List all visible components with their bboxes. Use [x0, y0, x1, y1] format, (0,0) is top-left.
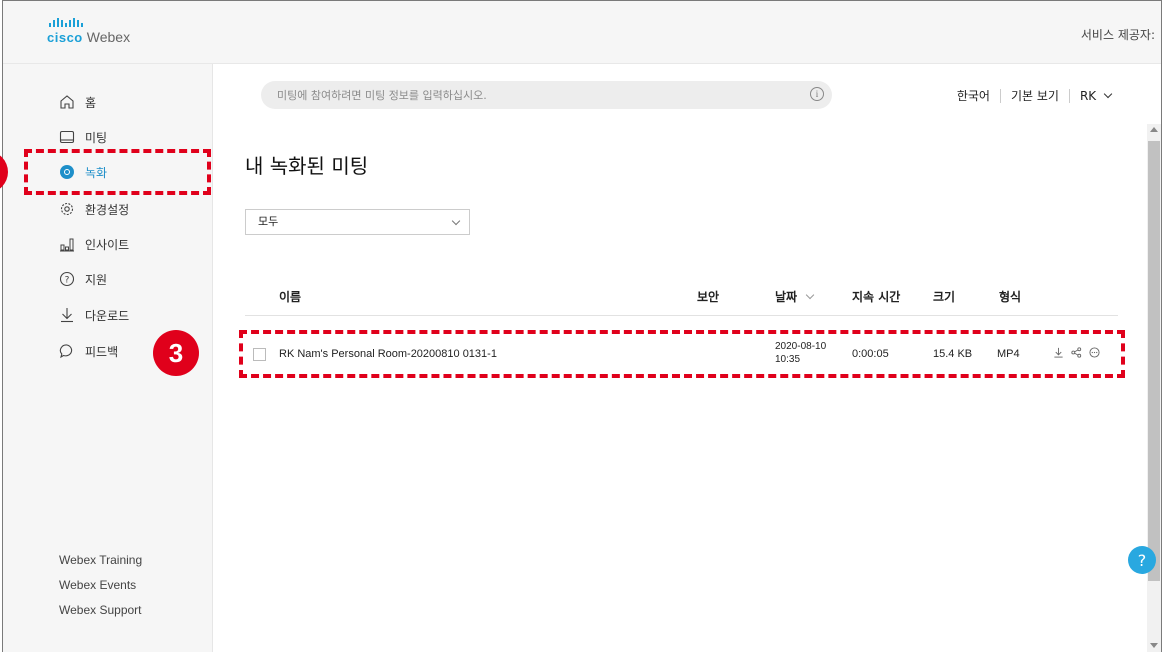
sidebar-item-label: 미팅 [85, 130, 108, 145]
link-webex-events[interactable]: Webex Events [59, 573, 142, 598]
recording-duration: 0:00:05 [852, 348, 889, 360]
sidebar-item-label: 환경설정 [85, 202, 130, 217]
service-provider-label: 서비스 제공자: [1080, 28, 1155, 42]
home-icon [57, 92, 77, 112]
top-bar: cisco Webex 서비스 제공자: [3, 1, 1161, 64]
link-webex-training[interactable]: Webex Training [59, 548, 142, 573]
cisco-wordmark: cisco [47, 30, 83, 45]
column-header-date[interactable]: 날짜 [775, 288, 815, 305]
row-actions [1053, 347, 1100, 361]
column-header-security: 보안 [697, 290, 720, 304]
column-header-format: 형식 [999, 290, 1022, 304]
main-content: 내 녹화된 미팅 모두 이름 보안 날짜 지속 시간 크기 형식 RK Nam'… [215, 124, 1131, 652]
cisco-bars-icon [49, 18, 130, 27]
recording-size: 15.4 KB [933, 348, 973, 360]
chevron-down-icon [451, 216, 461, 226]
filter-value: 모두 [258, 215, 279, 228]
scroll-up-arrow-icon[interactable] [1150, 127, 1158, 132]
row-checkbox[interactable] [253, 348, 266, 361]
scroll-thumb[interactable] [1148, 141, 1160, 581]
info-icon[interactable]: i [810, 87, 824, 101]
recording-format: MP4 [997, 348, 1020, 360]
filter-select[interactable]: 모두 [245, 209, 470, 235]
page-title: 내 녹화된 미팅 [245, 154, 369, 178]
column-header-date-label: 날짜 [775, 290, 798, 304]
sidebar-item-home[interactable]: 홈 [57, 90, 96, 114]
download-icon[interactable] [1053, 347, 1064, 361]
sidebar-item-label: 인사이트 [85, 237, 130, 252]
column-header-name[interactable]: 이름 [279, 288, 301, 305]
chevron-down-icon [1103, 89, 1113, 98]
view-mode-link[interactable]: 기본 보기 [1011, 87, 1059, 104]
share-icon[interactable] [1071, 347, 1082, 361]
gear-icon [57, 199, 77, 219]
sidebar-item-label: 지원 [85, 272, 108, 287]
chat-icon [57, 341, 77, 361]
sidebar-item-preferences[interactable]: 환경설정 [57, 197, 129, 221]
divider [1068, 88, 1070, 103]
webex-wordmark: Webex [86, 29, 131, 45]
user-initials: RK [1079, 88, 1097, 103]
help-bubble-icon[interactable]: ? [1128, 546, 1156, 574]
svg-text:?: ? [65, 276, 70, 286]
column-header-duration[interactable]: 지속 시간 [852, 288, 900, 305]
sidebar-item-support[interactable]: ? 지원 [57, 267, 107, 291]
calendar-icon [57, 127, 77, 147]
sidebar-item-label: 피드백 [85, 344, 119, 359]
link-webex-support[interactable]: Webex Support [59, 598, 142, 623]
help-circle-icon: ? [57, 269, 77, 289]
cisco-webex-logo[interactable]: cisco Webex [47, 18, 130, 46]
header-divider [245, 315, 1118, 316]
sidebar-item-label: 홈 [85, 95, 97, 110]
recording-date-time: 10:35 [775, 354, 801, 365]
table-row[interactable]: RK Nam's Personal Room-20200810 0131-1 2… [239, 330, 1125, 378]
recording-name-link[interactable]: RK Nam's Personal Room-20200810 0131-1 [279, 348, 497, 360]
sidebar-highlight-box [24, 149, 211, 195]
step-badge: 3 [153, 330, 199, 376]
search-placeholder: 미팅에 참여하려면 미팅 정보를 입력하십시오. [277, 89, 487, 102]
sidebar-item-label: 다운로드 [85, 308, 130, 323]
footer-links: Webex Training Webex Events Webex Suppor… [59, 548, 142, 623]
sidebar-item-feedback[interactable]: 피드백 [57, 339, 118, 363]
chart-icon [57, 234, 77, 254]
webex-window: cisco Webex 서비스 제공자: 홈 미팅 녹화 환경설정 인사이트 ?… [2, 0, 1162, 652]
recording-date-day: 2020-08-10 [775, 341, 827, 352]
more-options-icon[interactable] [1089, 347, 1100, 361]
sort-chevron-icon [806, 290, 815, 300]
meeting-search-input[interactable]: 미팅에 참여하려면 미팅 정보를 입력하십시오. i [261, 81, 832, 109]
recording-date: 2020-08-10 10:35 [775, 340, 826, 366]
scroll-down-arrow-icon[interactable] [1150, 643, 1158, 648]
sidebar-item-downloads[interactable]: 다운로드 [57, 303, 129, 327]
sidebar-item-insights[interactable]: 인사이트 [57, 232, 129, 256]
column-header-size[interactable]: 크기 [933, 288, 955, 305]
divider [999, 88, 1001, 103]
top-right-controls: 한국어 기본 보기 RK [957, 87, 1113, 104]
sidebar-item-meetings[interactable]: 미팅 [57, 125, 107, 149]
download-icon [57, 305, 77, 325]
user-menu[interactable]: RK [1079, 88, 1113, 103]
language-selector[interactable]: 한국어 [957, 87, 990, 104]
